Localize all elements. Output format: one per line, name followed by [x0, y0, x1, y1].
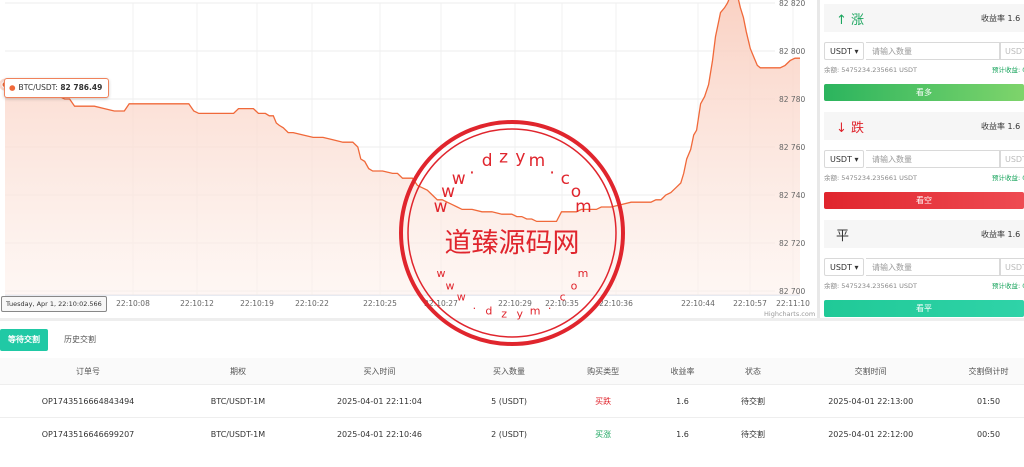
col-rate: 收益率 [647, 358, 718, 385]
order-status: 待交割 [717, 384, 789, 418]
price-tooltip: ● BTC/USDT: 82 786.49 [4, 78, 110, 98]
amount-row: USDT ▾ 请输入数量 USDT [824, 150, 1024, 170]
trade-card-header: ↓ 跌 收益率 1.6 [824, 112, 1024, 140]
order-status: 待交割 [717, 417, 789, 450]
tab-history[interactable]: 历史交割 [56, 329, 104, 351]
amount-unit: USDT [1000, 150, 1024, 168]
amount-row: USDT ▾ 请输入数量 USDT [824, 42, 1024, 62]
col-status: 状态 [717, 358, 789, 385]
rate-label: 收益率 1.6 [981, 121, 1021, 131]
direction-down-label: ↓ 跌 [836, 120, 865, 136]
y-tick-label: 82 740 [779, 191, 805, 200]
direction-up-label: ↑ 涨 [836, 12, 865, 28]
expected-profit: 预计收益: 0 [992, 66, 1024, 74]
order-id: OP1743516646699207 [0, 417, 176, 450]
trade-card-down: ↓ 跌 收益率 1.6 USDT ▾ 请输入数量 USDT 余额: 547523… [824, 112, 1024, 216]
y-tick-label: 82 800 [779, 47, 805, 56]
order-settle-time: 2025-04-01 22:13:00 [788, 384, 954, 418]
col-order-id: 订单号 [0, 358, 176, 385]
balance-text: 余额: 5475234.235661 USDT [824, 282, 918, 290]
x-tick-label: 22:10:29 [498, 299, 532, 308]
y-tick-label: 82 820 [779, 0, 805, 8]
col-countdown: 交割倒计时 [953, 358, 1024, 385]
amount-unit: USDT [1000, 42, 1024, 60]
series-dot-icon: ● [9, 83, 16, 92]
order-countdown: 01:50 [953, 384, 1024, 418]
order-rate: 1.6 [647, 417, 718, 450]
rate-label: 收益率 1.6 [981, 229, 1021, 239]
order-tabs: 等待交割 历史交割 [0, 329, 104, 351]
tooltip-value: 82 786.49 [60, 83, 103, 92]
x-tick-label: 22:10:36 [599, 299, 633, 308]
order-id: OP1743516664843494 [0, 384, 176, 418]
x-axis-labels: 22:10:08 22:10:12 22:10:19 22:10:22 22:10:25… [116, 299, 810, 308]
order-option: BTC/USDT-1M [175, 384, 300, 418]
order-buy-time: 2025-04-01 22:11:04 [299, 384, 459, 418]
trade-card-header: 平 收益率 1.6 [824, 220, 1024, 248]
col-settle-time: 交割时间 [788, 358, 954, 385]
tooltip-series: BTC/USDT: [18, 83, 58, 92]
x-tick-label: 22:10:35 [545, 299, 579, 308]
trade-card-header: ↑ 涨 收益率 1.6 [824, 4, 1024, 32]
expected-profit: 预计收益: 0 [992, 174, 1024, 182]
balance-text: 余额: 5475234.235661 USDT [824, 174, 918, 182]
x-tick-label: 22:11:10 [776, 299, 810, 308]
buy-long-button[interactable]: 看多 [824, 84, 1024, 101]
tab-pending[interactable]: 等待交割 [0, 329, 48, 351]
trade-panel: ↑ 涨 收益率 1.6 USDT ▾ 请输入数量 USDT 余额: 547523… [820, 0, 1024, 320]
order-quantity: 2 (USDT) [458, 417, 560, 450]
x-tick-label: 22:10:19 [240, 299, 274, 308]
trade-card-flat: 平 收益率 1.6 USDT ▾ 请输入数量 USDT 余额: 5475234.… [824, 220, 1024, 320]
y-tick-label: 82 700 [779, 287, 805, 296]
x-tick-label: 22:10:57 [733, 299, 767, 308]
x-tick-label: 22:10:25 [363, 299, 397, 308]
table-row: OP1743516646699207 BTC/USDT-1M 2025-04-0… [0, 417, 1024, 450]
price-chart[interactable]: 82 820 82 800 82 780 82 760 82 740 82 720 82 7… [0, 0, 817, 320]
col-buy-time: 买入时间 [299, 358, 459, 385]
amount-row: USDT ▾ 请输入数量 USDT [824, 258, 1024, 278]
amount-unit: USDT [1000, 258, 1024, 276]
section-divider [0, 318, 1024, 321]
expected-profit: 预计收益: 0 [992, 282, 1024, 290]
x-tick-label: 22:10:12 [180, 299, 214, 308]
trade-card-up: ↑ 涨 收益率 1.6 USDT ▾ 请输入数量 USDT 余额: 547523… [824, 4, 1024, 108]
y-tick-label: 82 780 [779, 95, 805, 104]
col-option: 期权 [175, 358, 300, 385]
order-buy-time: 2025-04-01 22:10:46 [299, 417, 459, 450]
col-quantity: 买入数量 [458, 358, 560, 385]
balance-text: 余额: 5475234.235661 USDT [824, 66, 918, 74]
order-rate: 1.6 [647, 384, 718, 418]
highcharts-credit[interactable]: Highcharts.com [764, 310, 815, 318]
amount-input[interactable]: 请输入数量 [866, 150, 1000, 168]
orders-table: 订单号 期权 买入时间 买入数量 购买类型 收益率 状态 交割时间 交割倒计时 … [0, 358, 1024, 450]
order-countdown: 00:50 [953, 417, 1024, 450]
price-chart-svg[interactable]: 82 820 82 800 82 780 82 760 82 740 82 720 82 7… [0, 0, 817, 320]
rate-label: 收益率 1.6 [981, 13, 1021, 23]
x-tick-label: 22:10:08 [116, 299, 150, 308]
order-option: BTC/USDT-1M [175, 417, 300, 450]
y-tick-label: 82 720 [779, 239, 805, 248]
amount-input[interactable]: 请输入数量 [866, 258, 1000, 276]
table-header-row: 订单号 期权 买入时间 买入数量 购买类型 收益率 状态 交割时间 交割倒计时 [0, 358, 1024, 385]
currency-select[interactable]: USDT ▾ [824, 258, 864, 276]
currency-select[interactable]: USDT ▾ [824, 150, 864, 168]
crosshair-x-label: Tuesday, Apr 1, 22:10:02.566 [1, 296, 107, 312]
x-tick-label: 22:10:27 [424, 299, 458, 308]
x-tick-label: 22:10:44 [681, 299, 715, 308]
col-buy-type: 购买类型 [559, 358, 648, 385]
order-settle-time: 2025-04-01 22:12:00 [788, 417, 954, 450]
order-buy-type: 买涨 [559, 417, 648, 450]
currency-select[interactable]: USDT ▾ [824, 42, 864, 60]
y-tick-label: 82 760 [779, 143, 805, 152]
direction-flat-label: 平 [836, 228, 850, 244]
order-buy-type: 买跌 [559, 384, 648, 418]
order-quantity: 5 (USDT) [458, 384, 560, 418]
buy-short-button[interactable]: 看空 [824, 192, 1024, 209]
table-row: OP1743516664843494 BTC/USDT-1M 2025-04-0… [0, 384, 1024, 418]
amount-input[interactable]: 请输入数量 [866, 42, 1000, 60]
x-tick-label: 22:10:22 [295, 299, 329, 308]
buy-flat-button[interactable]: 看平 [824, 300, 1024, 317]
